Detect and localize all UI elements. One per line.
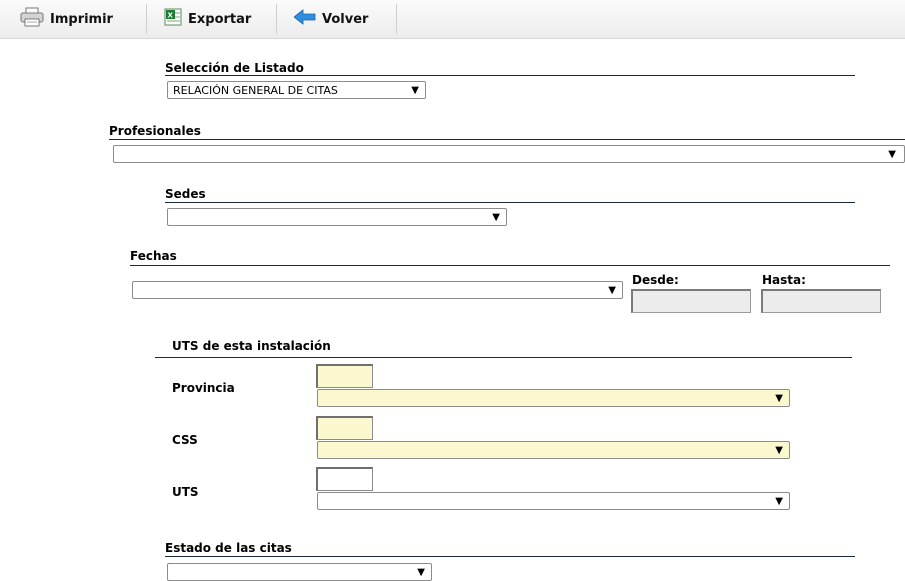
export-button[interactable]: X Exportar: [164, 0, 251, 38]
toolbar-separator: [396, 4, 397, 34]
desde-input[interactable]: [631, 289, 751, 313]
profesionales-rule: [109, 139, 905, 140]
profesionales-title: Profesionales: [109, 124, 201, 138]
triangle-down-icon: ▼: [775, 496, 783, 507]
css-label: CSS: [172, 433, 198, 447]
triangle-down-icon: ▼: [775, 393, 783, 404]
estado-rule: [165, 556, 855, 557]
listado-rule: [165, 75, 855, 76]
uts-select[interactable]: ▼: [317, 492, 790, 510]
sedes-select[interactable]: ▼: [167, 208, 507, 226]
excel-icon: X: [164, 8, 182, 30]
provincia-select[interactable]: ▼: [317, 389, 790, 407]
uts-section-title: UTS de esta instalación: [172, 339, 331, 353]
toolbar: Imprimir X Exportar Volver: [0, 0, 905, 39]
triangle-down-icon: ▼: [775, 445, 783, 456]
print-button[interactable]: Imprimir: [20, 0, 113, 38]
triangle-down-icon: ▼: [608, 285, 616, 296]
css-code-input[interactable]: [316, 416, 373, 440]
fechas-title: Fechas: [130, 249, 177, 263]
provincia-code-input[interactable]: [316, 364, 373, 388]
provincia-label: Provincia: [172, 381, 235, 395]
profesionales-select[interactable]: ▼: [113, 145, 905, 163]
back-arrow-icon: [293, 9, 316, 29]
uts-section-rule: [155, 357, 852, 358]
fechas-select[interactable]: ▼: [132, 281, 623, 299]
fechas-rule: [130, 265, 890, 266]
estado-title: Estado de las citas: [165, 541, 292, 555]
back-button[interactable]: Volver: [293, 0, 369, 38]
uts-code-input[interactable]: [316, 467, 373, 491]
export-label: Exportar: [188, 11, 252, 27]
estado-select[interactable]: ▼: [167, 563, 432, 581]
toolbar-separator: [276, 4, 277, 34]
svg-text:X: X: [168, 12, 174, 20]
print-label: Imprimir: [50, 11, 113, 27]
toolbar-separator: [146, 4, 147, 34]
sedes-title: Sedes: [165, 187, 206, 201]
back-label: Volver: [322, 11, 369, 27]
listado-selected-value: RELACIÓN GENERAL DE CITAS: [173, 83, 338, 97]
listado-title: Selección de Listado: [165, 61, 304, 75]
hasta-label: Hasta:: [762, 273, 806, 287]
css-select[interactable]: ▼: [317, 441, 790, 459]
triangle-down-icon: ▼: [888, 149, 896, 160]
triangle-down-icon: ▼: [417, 567, 425, 578]
triangle-down-icon: ▼: [411, 85, 419, 96]
triangle-down-icon: ▼: [492, 212, 500, 223]
uts-label: UTS: [172, 485, 199, 499]
desde-label: Desde:: [632, 273, 679, 287]
hasta-input[interactable]: [761, 289, 881, 313]
sedes-rule: [165, 202, 855, 203]
printer-icon: [20, 7, 44, 31]
listado-select[interactable]: RELACIÓN GENERAL DE CITAS ▼: [167, 81, 426, 99]
